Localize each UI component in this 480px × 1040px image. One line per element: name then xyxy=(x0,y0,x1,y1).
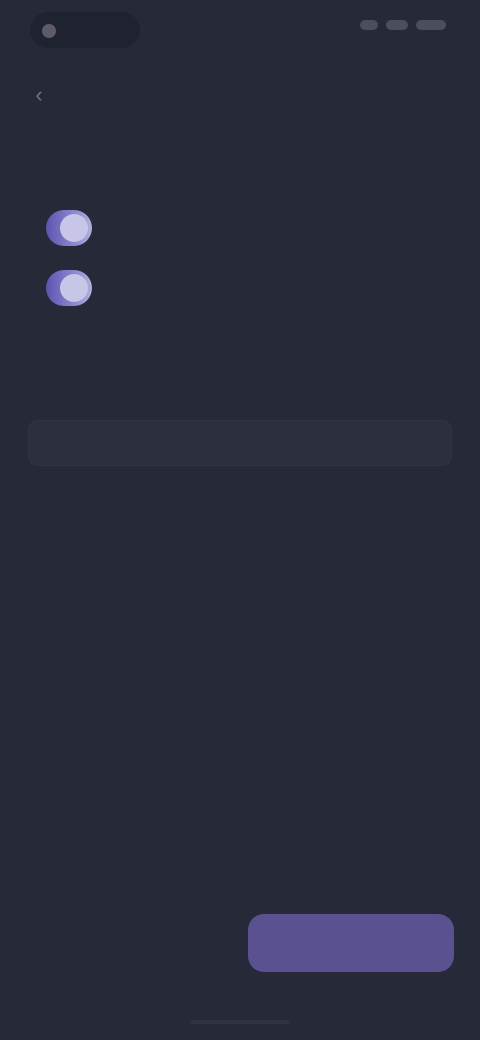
status-capsule xyxy=(30,12,140,48)
text-input-field[interactable] xyxy=(28,420,452,466)
home-indicator xyxy=(190,1020,290,1024)
toggle-switch-1[interactable] xyxy=(46,210,92,246)
primary-action-button[interactable] xyxy=(248,914,454,972)
wifi-icon xyxy=(386,20,408,30)
toggle-knob xyxy=(60,214,88,242)
option-row-2[interactable] xyxy=(30,262,450,314)
status-dot-icon xyxy=(42,24,56,38)
toggle-switch-2[interactable] xyxy=(46,270,92,306)
status-bar xyxy=(0,0,480,60)
top-bar: ‹ xyxy=(0,70,480,122)
toggle-knob xyxy=(60,274,88,302)
signal-icon xyxy=(360,20,378,30)
back-arrow-icon[interactable]: ‹ xyxy=(26,82,52,108)
battery-icon xyxy=(416,20,446,30)
screen: ‹ xyxy=(0,0,480,1040)
option-row-1[interactable] xyxy=(30,202,450,254)
status-indicators xyxy=(360,20,446,30)
